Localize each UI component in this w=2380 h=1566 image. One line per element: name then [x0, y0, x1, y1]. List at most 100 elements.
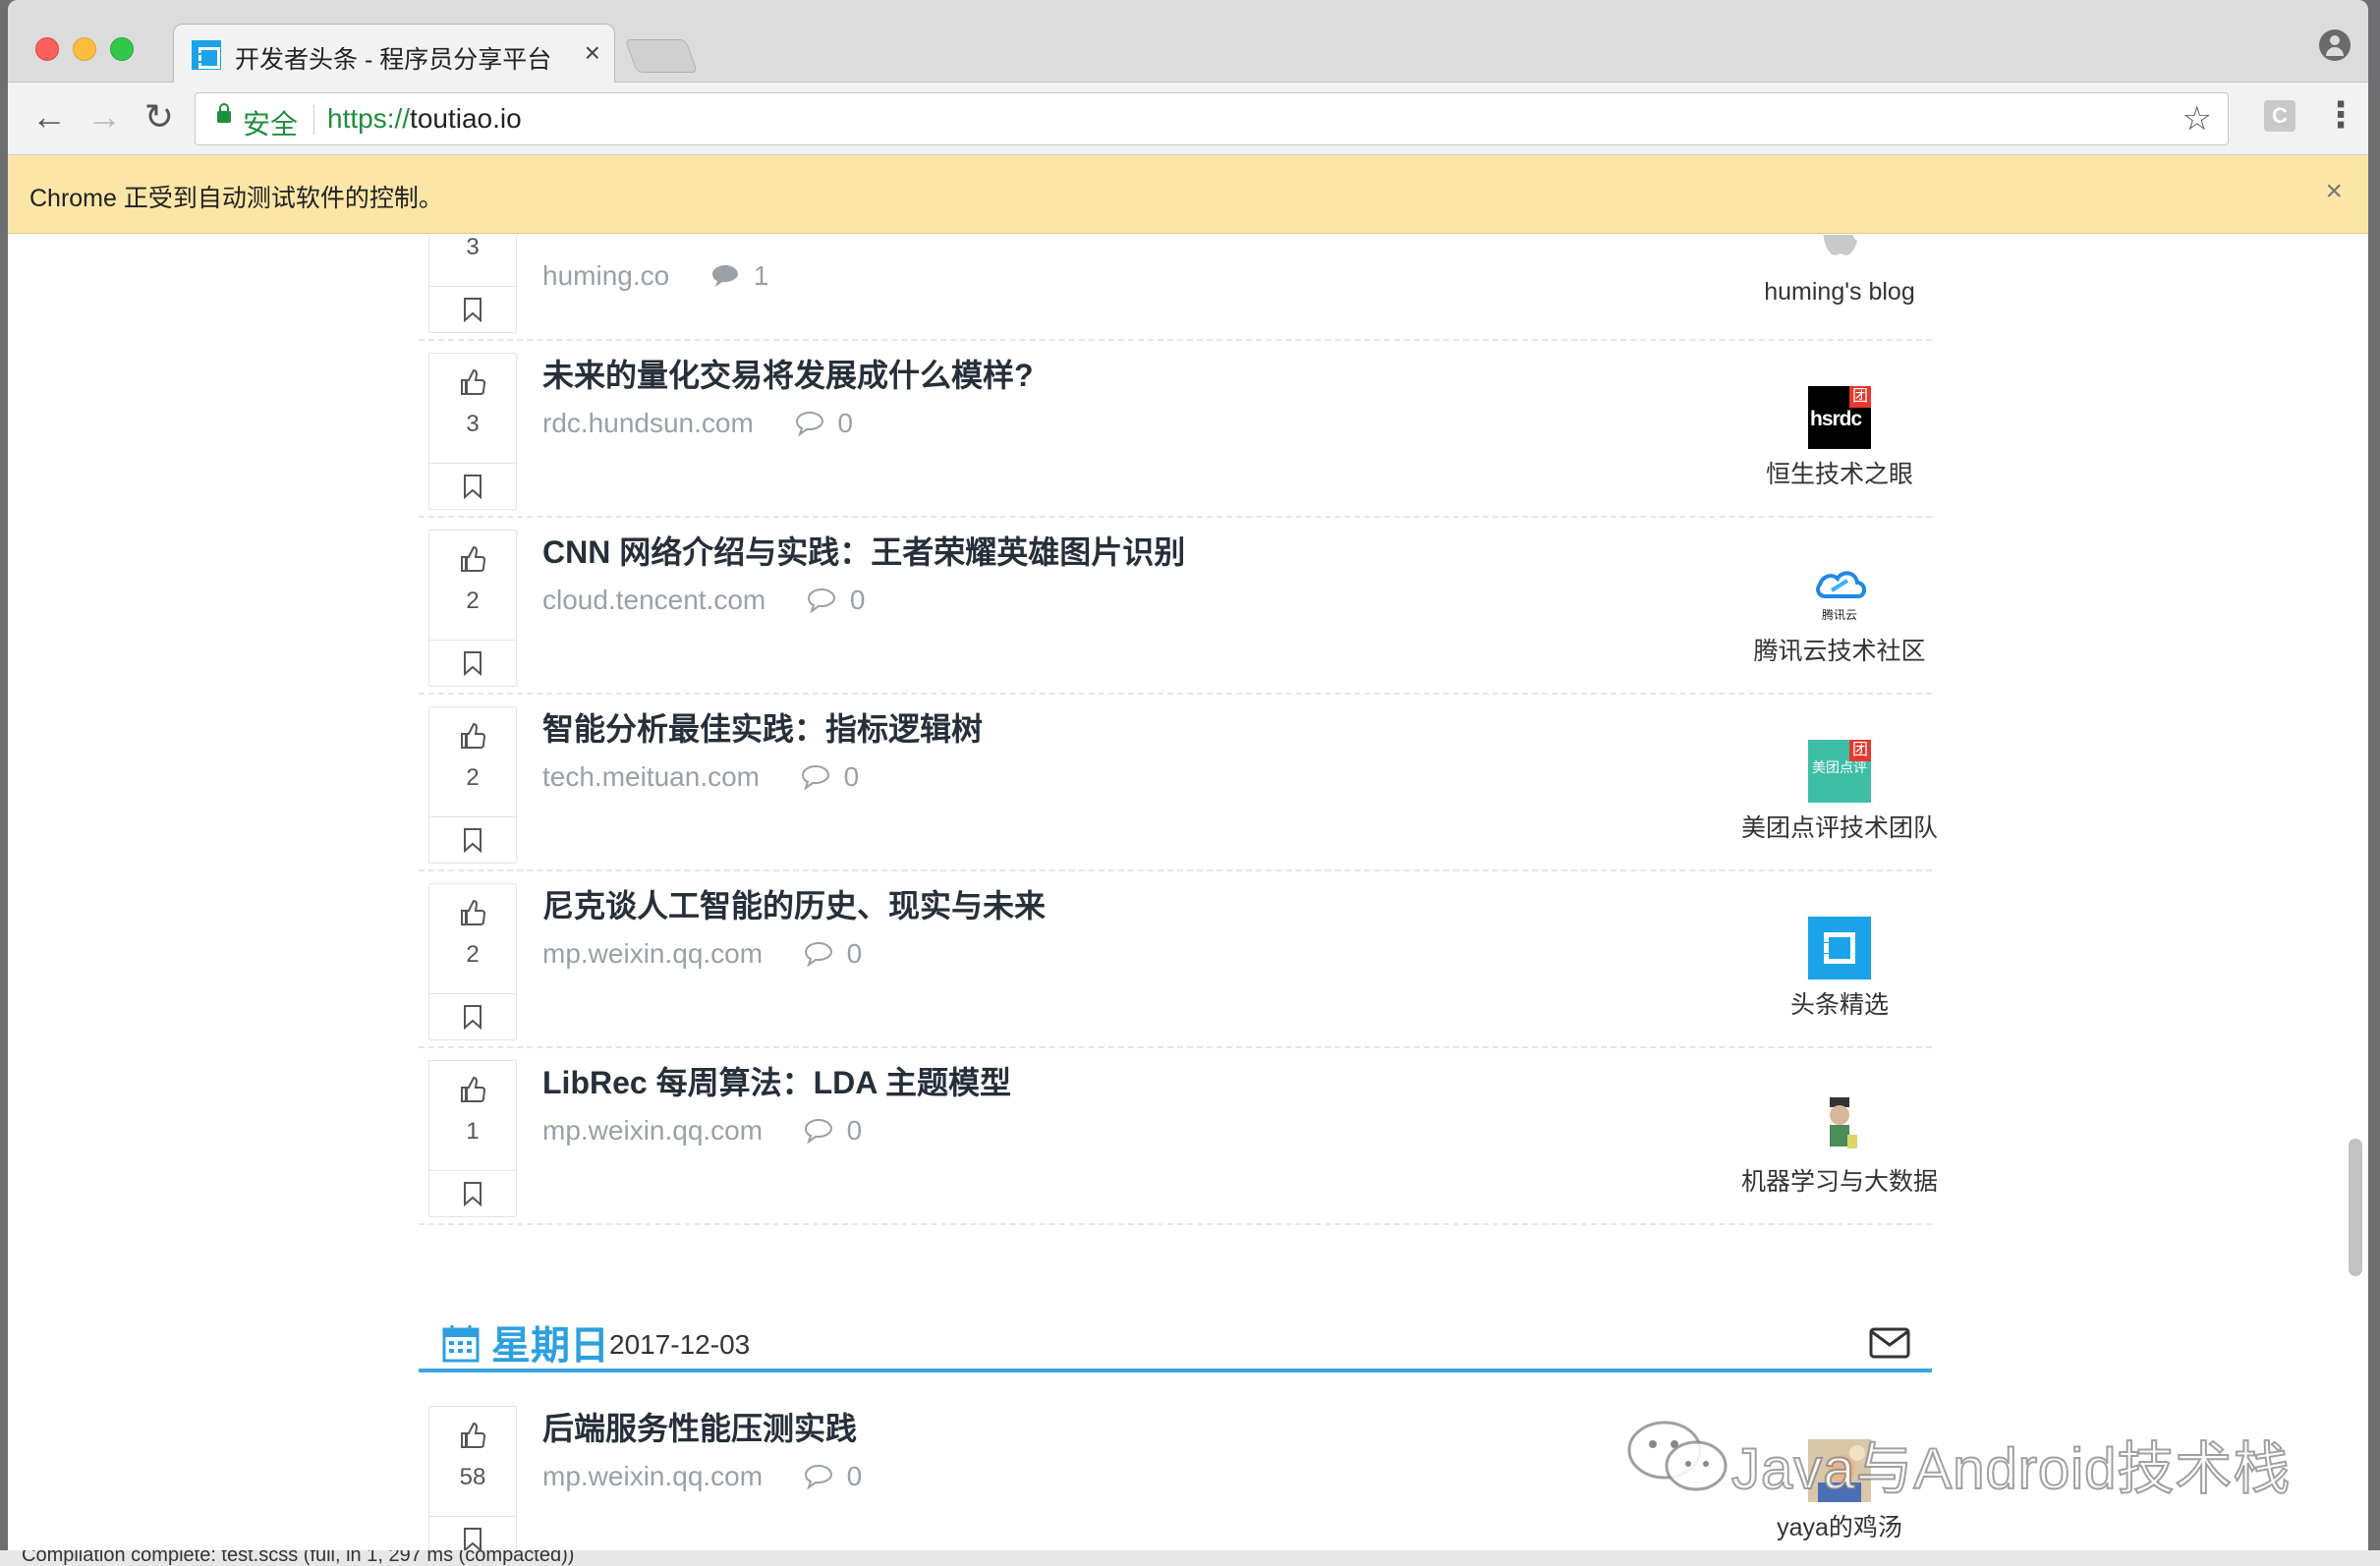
day-date: 2017-12-03 — [609, 1329, 751, 1360]
tab-active[interactable]: 开发者头条 - 程序员分享平台 | 开 × — [173, 24, 615, 84]
tuan-badge: 团 — [1849, 386, 1871, 408]
article-title[interactable]: 未来的量化交易将发展成什么模样? — [542, 351, 1034, 396]
hsrdc-logo-text: hsrdc — [1810, 408, 1862, 430]
bookmark-icon[interactable] — [429, 641, 516, 681]
comment-icon[interactable] — [804, 1464, 833, 1496]
like-button[interactable]: 1 — [429, 1061, 516, 1171]
kebab-menu-icon[interactable]: ⋮ — [2323, 94, 2358, 136]
tencent-cloud-small-label: 腾讯云 — [1821, 608, 1857, 622]
bookmark-icon[interactable] — [429, 994, 516, 1035]
url-text[interactable]: https://toutiao.io — [327, 103, 522, 135]
article-domain[interactable]: huming.co — [542, 260, 669, 291]
mail-icon[interactable] — [1869, 1327, 1910, 1364]
address-bar[interactable]: 安全 https://toutiao.io ☆ — [195, 92, 2229, 145]
url-host: toutiao.io — [410, 103, 522, 134]
article-title[interactable]: 尼克谈人工智能的历史、现实与未来 — [542, 881, 1046, 926]
source-name[interactable]: 腾讯云技术社区 — [1722, 632, 1957, 667]
like-button[interactable]: 58 — [429, 1407, 516, 1517]
article-meta: cloud.tencent.com 0 — [542, 585, 865, 620]
vote-count: 2 — [466, 764, 480, 791]
hsrdc-logo[interactable]: hsrdc 团 — [1808, 386, 1871, 449]
source-name[interactable]: 恒生技术之眼 — [1722, 455, 1957, 490]
extension-icon[interactable]: C — [2264, 100, 2295, 132]
source-name[interactable]: yaya的鸡汤 — [1722, 1508, 1957, 1543]
page-scrollbar[interactable] — [2349, 1139, 2362, 1276]
article-title[interactable]: LibRec 每周算法：LDA 主题模型 — [542, 1058, 1011, 1103]
article-meta: rdc.hundsun.com 0 — [542, 408, 853, 443]
profile-icon[interactable] — [2319, 29, 2351, 61]
vote-box: 3 — [428, 235, 517, 333]
comment-icon[interactable] — [710, 263, 740, 296]
browser-window: 开发者头条 - 程序员分享平台 | 开 × ← → ↻ 安全 https://t… — [8, 0, 2368, 1558]
tencent-cloud-logo[interactable]: 腾讯云 — [1808, 563, 1871, 626]
tab-close-icon[interactable]: × — [585, 37, 600, 69]
article-domain[interactable]: mp.weixin.qq.com — [542, 938, 763, 969]
article-domain[interactable]: tech.meituan.com — [542, 761, 760, 792]
bookmark-star-icon[interactable]: ☆ — [2182, 99, 2212, 139]
apple-icon[interactable] — [1808, 235, 1871, 266]
article-title[interactable]: 智能分析最佳实践：指标逻辑树 — [542, 704, 983, 750]
article-meta: mp.weixin.qq.com 0 — [542, 938, 862, 974]
article-item: 1 LibRec 每周算法：LDA 主题模型 mp.weixin.qq.com … — [419, 1048, 1938, 1225]
bookmark-icon[interactable] — [429, 817, 516, 858]
comment-count[interactable]: 1 — [754, 260, 769, 291]
back-arrow-icon[interactable]: ← — [28, 96, 71, 138]
article-domain[interactable]: cloud.tencent.com — [542, 585, 765, 615]
like-button[interactable]: 2 — [429, 531, 516, 641]
source-name[interactable]: huming's blog — [1722, 278, 1957, 307]
close-window-button[interactable] — [35, 37, 59, 61]
ml-avatar[interactable] — [1808, 1093, 1871, 1156]
comment-count[interactable]: 0 — [847, 1115, 863, 1146]
meituan-logo[interactable]: 美团点评 团 — [1808, 740, 1871, 803]
page-content: 3 huming.co 1 huming's blog 3 未来的量化交易将发展… — [8, 235, 2368, 1558]
comment-icon[interactable] — [807, 587, 836, 620]
comment-count[interactable]: 0 — [847, 1461, 863, 1491]
article-domain[interactable]: mp.weixin.qq.com — [542, 1461, 763, 1491]
vote-count: 58 — [459, 1464, 486, 1490]
comment-count[interactable]: 0 — [837, 408, 853, 438]
thumbs-up-icon — [429, 884, 516, 935]
article-meta: mp.weixin.qq.com 0 — [542, 1461, 862, 1496]
article-item: 2 智能分析最佳实践：指标逻辑树 tech.meituan.com 0 美团点评… — [419, 695, 1938, 871]
comment-count[interactable]: 0 — [850, 585, 866, 615]
thumbs-up-icon — [429, 707, 516, 758]
like-button[interactable]: 3 — [429, 354, 516, 464]
comment-icon[interactable] — [795, 411, 824, 443]
comment-icon[interactable] — [804, 941, 833, 974]
source-name[interactable]: 头条精选 — [1722, 985, 1957, 1021]
article-title[interactable]: CNN 网络介绍与实践：王者荣耀英雄图片识别 — [542, 528, 1185, 573]
like-button[interactable]: 2 — [429, 884, 516, 994]
comment-icon[interactable] — [801, 764, 830, 797]
vote-box: 2 — [428, 883, 517, 1040]
infobar-text: Chrome 正受到自动测试软件的控制。 — [29, 185, 443, 212]
bookmark-icon[interactable] — [429, 464, 516, 504]
toutiao-logo[interactable] — [1808, 917, 1871, 979]
minimize-window-button[interactable] — [73, 37, 96, 61]
tuan-badge: 团 — [1849, 740, 1871, 761]
maximize-window-button[interactable] — [110, 37, 134, 61]
article-meta: tech.meituan.com 0 — [542, 761, 859, 797]
source-name[interactable]: 机器学习与大数据 — [1722, 1162, 1957, 1198]
comment-count[interactable]: 0 — [847, 938, 863, 969]
calendar-icon — [442, 1323, 480, 1368]
bookmark-icon[interactable] — [429, 287, 516, 327]
like-button[interactable]: 3 — [429, 235, 516, 287]
vote-count: 2 — [466, 941, 480, 968]
infobar-close-icon[interactable]: × — [2325, 175, 2343, 208]
automation-infobar: Chrome 正受到自动测试软件的控制。 × — [8, 155, 2368, 234]
source-name[interactable]: 美团点评技术团队 — [1722, 809, 1957, 844]
article-domain[interactable]: rdc.hundsun.com — [542, 408, 754, 438]
new-tab-button[interactable] — [624, 39, 699, 73]
comment-count[interactable]: 0 — [844, 761, 860, 792]
tab-strip: 开发者头条 - 程序员分享平台 | 开 × — [8, 0, 2368, 84]
like-button[interactable]: 2 — [429, 707, 516, 817]
tab-title: 开发者头条 - 程序员分享平台 | 开 — [235, 46, 559, 74]
reload-icon[interactable]: ↻ — [138, 96, 181, 138]
bookmark-icon[interactable] — [429, 1171, 516, 1211]
vote-box: 3 — [428, 353, 517, 510]
article-domain[interactable]: mp.weixin.qq.com — [542, 1115, 763, 1146]
article-title[interactable]: 后端服务性能压测实践 — [542, 1404, 857, 1449]
comment-icon[interactable] — [804, 1118, 833, 1150]
forward-arrow-icon[interactable]: → — [83, 96, 126, 138]
article-item: 3 huming.co 1 huming's blog — [419, 235, 1932, 341]
